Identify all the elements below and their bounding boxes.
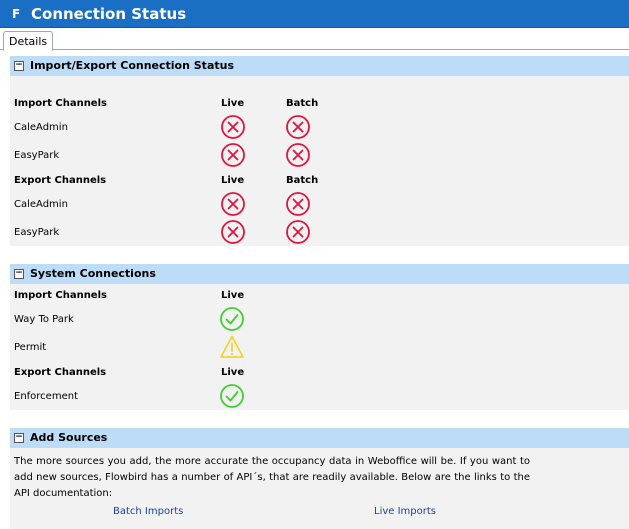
x-circle-icon	[286, 115, 310, 139]
x-circle-icon	[286, 192, 310, 216]
check-circle-icon	[220, 307, 244, 331]
live-column-header: Live	[221, 175, 245, 186]
section-title-system-connections: System Connections	[30, 267, 156, 280]
live-column-header: Live	[221, 290, 245, 301]
check-circle-icon	[220, 384, 244, 408]
channel-name: CaleAdmin	[14, 122, 68, 133]
collapse-toggle-system-connections[interactable]: −	[14, 269, 24, 279]
channel-name: Enforcement	[14, 391, 78, 402]
title-bar: F Connection Status	[0, 0, 629, 28]
x-circle-icon	[221, 220, 245, 244]
section-title-import-export: Import/Export Connection Status	[30, 59, 234, 72]
tab-bar: Details	[0, 29, 629, 51]
x-circle-icon	[221, 143, 245, 167]
section-header-import-export: − Import/Export Connection Status	[10, 56, 629, 76]
channel-name: Way To Park	[14, 314, 74, 325]
section-title-add-sources: Add Sources	[30, 431, 108, 444]
live-imports-link[interactable]: Live Imports	[374, 506, 436, 517]
section-header-system-connections: − System Connections	[10, 264, 629, 284]
channel-name: CaleAdmin	[14, 199, 68, 210]
channel-name: Permit	[14, 342, 47, 353]
export-channels-header: Export Channels	[14, 175, 107, 186]
channel-name: EasyPark	[14, 150, 60, 161]
export-channels-header: Export Channels	[14, 367, 107, 378]
page-title: Connection Status	[31, 5, 187, 23]
panel-system-connections	[10, 284, 629, 410]
channel-name: EasyPark	[14, 227, 60, 238]
batch-imports-link[interactable]: Batch Imports	[113, 506, 183, 517]
app-logo: F	[12, 7, 21, 21]
import-channels-header: Import Channels	[14, 98, 107, 109]
section-header-add-sources: − Add Sources	[10, 428, 629, 448]
batch-column-header: Batch	[286, 98, 319, 109]
x-circle-icon	[286, 220, 310, 244]
live-column-header: Live	[221, 98, 245, 109]
x-circle-icon	[221, 115, 245, 139]
add-sources-description: The more sources you add, the more accur…	[14, 456, 530, 499]
tab-details[interactable]: Details	[3, 31, 53, 51]
collapse-toggle-add-sources[interactable]: −	[14, 433, 24, 443]
x-circle-icon	[221, 192, 245, 216]
live-column-header: Live	[221, 367, 245, 378]
batch-column-header: Batch	[286, 175, 319, 186]
warning-triangle-icon	[220, 335, 244, 358]
collapse-toggle-import-export[interactable]: −	[14, 61, 24, 71]
x-circle-icon	[286, 143, 310, 167]
import-channels-header: Import Channels	[14, 290, 107, 301]
